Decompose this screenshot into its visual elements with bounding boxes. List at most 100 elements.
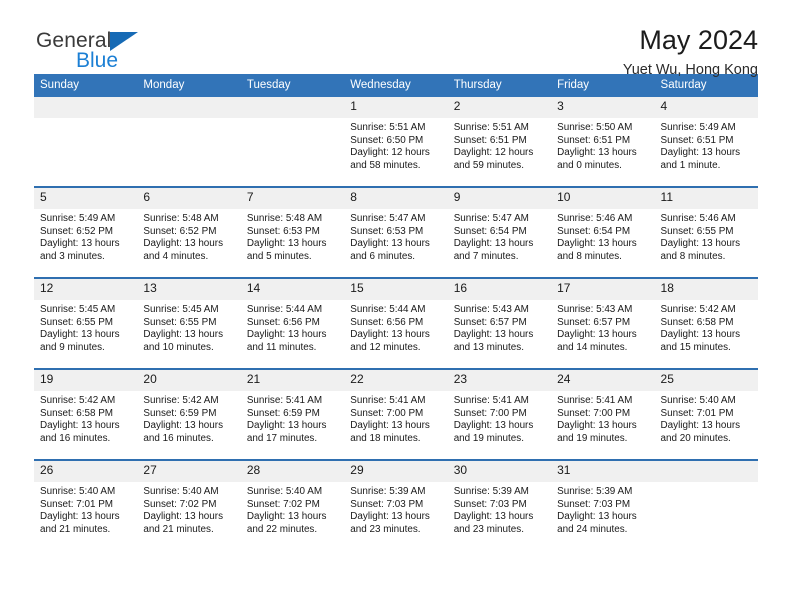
calendar-day-cell[interactable]: 26 Sunrise: 5:40 AM Sunset: 7:01 PM Dayligh… bbox=[34, 459, 138, 550]
logo-text-general: General bbox=[36, 29, 112, 52]
day-number: 16 bbox=[447, 279, 552, 300]
day-details: Sunrise: 5:43 AM Sunset: 6:57 PM Daylight:… bbox=[551, 300, 654, 354]
calendar-day-cell[interactable]: 29 Sunrise: 5:39 AM Sunset: 7:03 PM Dayligh… bbox=[344, 459, 448, 550]
sunrise-text: Sunrise: 5:48 AM bbox=[143, 213, 219, 224]
sunset-text: Sunset: 6:57 PM bbox=[453, 316, 527, 328]
calendar-day-cell[interactable]: 1 Sunrise: 5:51 AM Sunset: 6:50 PM Daylight… bbox=[344, 97, 448, 187]
day-details: Sunrise: 5:47 AM Sunset: 6:53 PM Daylight:… bbox=[344, 209, 447, 263]
day-number: 14 bbox=[240, 279, 345, 300]
day-details: Sunrise: 5:39 AM Sunset: 7:03 PM Daylight:… bbox=[551, 482, 654, 536]
daylight-text: Daylight: 13 hours and 8 minutes. bbox=[660, 238, 741, 262]
calendar-week-row: 19 Sunrise: 5:42 AM Sunset: 6:58 PM Dayligh… bbox=[34, 368, 758, 460]
calendar-day-cell[interactable]: 9 Sunrise: 5:47 AM Sunset: 6:54 PM Daylight… bbox=[447, 186, 552, 278]
day-details: Sunrise: 5:40 AM Sunset: 7:01 PM Daylight:… bbox=[34, 482, 137, 536]
sunrise-text: Sunrise: 5:40 AM bbox=[246, 486, 323, 497]
sunrise-text: Sunrise: 5:40 AM bbox=[143, 486, 219, 497]
calendar-day-cell[interactable]: 8 Sunrise: 5:47 AM Sunset: 6:53 PM Daylight… bbox=[344, 186, 448, 278]
sunset-text: Sunset: 6:56 PM bbox=[350, 316, 424, 328]
calendar-day-cell[interactable]: 27 Sunrise: 5:40 AM Sunset: 7:02 PM Dayligh… bbox=[137, 459, 241, 550]
sunrise-text: Sunrise: 5:41 AM bbox=[453, 395, 529, 406]
calendar-day-cell[interactable]: 5 Sunrise: 5:49 AM Sunset: 6:52 PM Daylight… bbox=[34, 186, 138, 278]
sunrise-text: Sunrise: 5:45 AM bbox=[40, 304, 116, 315]
daylight-text: Daylight: 13 hours and 14 minutes. bbox=[557, 329, 637, 353]
sunset-text: Sunset: 6:52 PM bbox=[143, 225, 217, 237]
sunrise-text: Sunrise: 5:41 AM bbox=[557, 395, 633, 406]
calendar-day-cell[interactable]: 2 Sunrise: 5:51 AM Sunset: 6:51 PM Daylight… bbox=[447, 97, 552, 187]
calendar-week-row: 1 Sunrise: 5:51 AM Sunset: 6:50 PM Daylight… bbox=[34, 97, 758, 187]
calendar-day-cell[interactable]: 24 Sunrise: 5:41 AM Sunset: 7:00 PM Dayligh… bbox=[551, 368, 655, 460]
sunset-text: Sunset: 6:55 PM bbox=[143, 316, 217, 328]
calendar-day-cell[interactable]: 10 Sunrise: 5:46 AM Sunset: 6:54 PM Dayligh… bbox=[551, 186, 655, 278]
calendar-day-cell[interactable]: 31 Sunrise: 5:39 AM Sunset: 7:03 PM Dayligh… bbox=[551, 459, 655, 550]
calendar-day-cell[interactable]: 23 Sunrise: 5:41 AM Sunset: 7:00 PM Dayligh… bbox=[447, 368, 552, 460]
day-number: 29 bbox=[344, 461, 448, 482]
day-number: 31 bbox=[551, 461, 655, 482]
calendar-day-cell[interactable]: 11 Sunrise: 5:46 AM Sunset: 6:55 PM Dayligh… bbox=[654, 186, 758, 278]
sunrise-text: Sunrise: 5:42 AM bbox=[40, 395, 116, 406]
day-details: Sunrise: 5:42 AM Sunset: 6:58 PM Daylight:… bbox=[655, 300, 758, 354]
calendar-day-cell[interactable]: 12 Sunrise: 5:45 AM Sunset: 6:55 PM Dayligh… bbox=[34, 277, 138, 369]
day-number: 8 bbox=[344, 188, 448, 209]
day-number: 18 bbox=[654, 279, 758, 300]
sunrise-text: Sunrise: 5:49 AM bbox=[660, 122, 736, 133]
daylight-text: Daylight: 13 hours and 21 minutes. bbox=[40, 511, 120, 535]
calendar-day-cell[interactable]: 21 Sunrise: 5:41 AM Sunset: 6:59 PM Dayligh… bbox=[240, 368, 345, 460]
calendar-day-cell[interactable]: 30 Sunrise: 5:39 AM Sunset: 7:03 PM Dayligh… bbox=[447, 459, 552, 550]
calendar-page: General Blue May 2024 Yuet Wu, Hong Kong… bbox=[0, 0, 792, 612]
calendar-day-cell[interactable]: 13 Sunrise: 5:45 AM Sunset: 6:55 PM Dayligh… bbox=[137, 277, 241, 369]
calendar-day-cell[interactable]: 16 Sunrise: 5:43 AM Sunset: 6:57 PM Dayligh… bbox=[447, 277, 552, 369]
day-details: Sunrise: 5:42 AM Sunset: 6:58 PM Daylight:… bbox=[34, 391, 137, 445]
day-details: Sunrise: 5:39 AM Sunset: 7:03 PM Daylight:… bbox=[344, 482, 447, 536]
calendar-day-cell[interactable]: 7 Sunrise: 5:48 AM Sunset: 6:53 PM Daylight… bbox=[240, 186, 345, 278]
calendar-week-row: 12 Sunrise: 5:45 AM Sunset: 6:55 PM Dayligh… bbox=[34, 277, 758, 369]
day-number: 19 bbox=[34, 370, 138, 391]
day-details: Sunrise: 5:46 AM Sunset: 6:55 PM Daylight:… bbox=[655, 209, 758, 263]
calendar-day-cell[interactable]: 22 Sunrise: 5:41 AM Sunset: 7:00 PM Dayligh… bbox=[344, 368, 448, 460]
calendar-day-cell[interactable]: 17 Sunrise: 5:43 AM Sunset: 6:57 PM Dayligh… bbox=[551, 277, 655, 369]
day-number bbox=[654, 461, 758, 482]
calendar-day-cell[interactable]: 20 Sunrise: 5:42 AM Sunset: 6:59 PM Dayligh… bbox=[137, 368, 241, 460]
day-details: Sunrise: 5:45 AM Sunset: 6:55 PM Daylight:… bbox=[137, 300, 240, 354]
day-details: Sunrise: 5:40 AM Sunset: 7:01 PM Daylight:… bbox=[655, 391, 758, 445]
day-details: Sunrise: 5:40 AM Sunset: 7:02 PM Daylight:… bbox=[137, 482, 240, 536]
sunset-text: Sunset: 7:03 PM bbox=[350, 498, 424, 510]
calendar-day-cell[interactable]: 6 Sunrise: 5:48 AM Sunset: 6:52 PM Daylight… bbox=[137, 186, 241, 278]
daylight-text: Daylight: 13 hours and 6 minutes. bbox=[350, 238, 430, 262]
sunset-text: Sunset: 6:55 PM bbox=[40, 316, 114, 328]
day-details: Sunrise: 5:43 AM Sunset: 6:57 PM Daylight:… bbox=[448, 300, 551, 354]
sunrise-text: Sunrise: 5:46 AM bbox=[660, 213, 736, 224]
daylight-text: Daylight: 13 hours and 22 minutes. bbox=[246, 511, 327, 535]
sunset-text: Sunset: 7:03 PM bbox=[453, 498, 527, 510]
sunset-text: Sunset: 6:55 PM bbox=[660, 225, 734, 237]
sunrise-text: Sunrise: 5:44 AM bbox=[350, 304, 426, 315]
sunset-text: Sunset: 6:54 PM bbox=[557, 225, 631, 237]
day-number: 28 bbox=[240, 461, 345, 482]
calendar-day-cell[interactable]: 14 Sunrise: 5:44 AM Sunset: 6:56 PM Dayligh… bbox=[240, 277, 345, 369]
sunrise-text: Sunrise: 5:40 AM bbox=[660, 395, 736, 406]
daylight-text: Daylight: 13 hours and 21 minutes. bbox=[143, 511, 224, 535]
calendar-day-cell[interactable]: 25 Sunrise: 5:40 AM Sunset: 7:01 PM Dayligh… bbox=[654, 368, 758, 460]
sunset-text: Sunset: 6:54 PM bbox=[453, 225, 527, 237]
day-details: Sunrise: 5:49 AM Sunset: 6:51 PM Daylight:… bbox=[655, 118, 758, 172]
calendar-cell-empty bbox=[34, 97, 138, 187]
day-number: 22 bbox=[344, 370, 448, 391]
day-number: 6 bbox=[137, 188, 241, 209]
day-number: 23 bbox=[447, 370, 552, 391]
sunrise-text: Sunrise: 5:40 AM bbox=[40, 486, 116, 497]
calendar-day-cell[interactable]: 19 Sunrise: 5:42 AM Sunset: 6:58 PM Dayligh… bbox=[34, 368, 138, 460]
day-details: Sunrise: 5:39 AM Sunset: 7:03 PM Daylight:… bbox=[448, 482, 551, 536]
calendar-day-cell[interactable]: 4 Sunrise: 5:49 AM Sunset: 6:51 PM Daylight… bbox=[654, 97, 758, 187]
day-number: 7 bbox=[240, 188, 345, 209]
calendar-cell-empty bbox=[240, 97, 345, 187]
daylight-text: Daylight: 13 hours and 7 minutes. bbox=[453, 238, 534, 262]
sunrise-text: Sunrise: 5:47 AM bbox=[453, 213, 529, 224]
calendar-day-cell[interactable]: 3 Sunrise: 5:50 AM Sunset: 6:51 PM Daylight… bbox=[551, 97, 655, 187]
calendar-body: 1 Sunrise: 5:51 AM Sunset: 6:50 PM Daylight… bbox=[34, 97, 758, 550]
sunrise-text: Sunrise: 5:50 AM bbox=[557, 122, 633, 133]
calendar-day-cell[interactable]: 15 Sunrise: 5:44 AM Sunset: 6:56 PM Dayligh… bbox=[344, 277, 448, 369]
day-number: 17 bbox=[551, 279, 655, 300]
daylight-text: Daylight: 13 hours and 13 minutes. bbox=[453, 329, 534, 353]
calendar-day-cell[interactable]: 28 Sunrise: 5:40 AM Sunset: 7:02 PM Dayligh… bbox=[240, 459, 345, 550]
calendar-day-cell[interactable]: 18 Sunrise: 5:42 AM Sunset: 6:58 PM Dayligh… bbox=[654, 277, 758, 369]
day-number: 27 bbox=[137, 461, 241, 482]
